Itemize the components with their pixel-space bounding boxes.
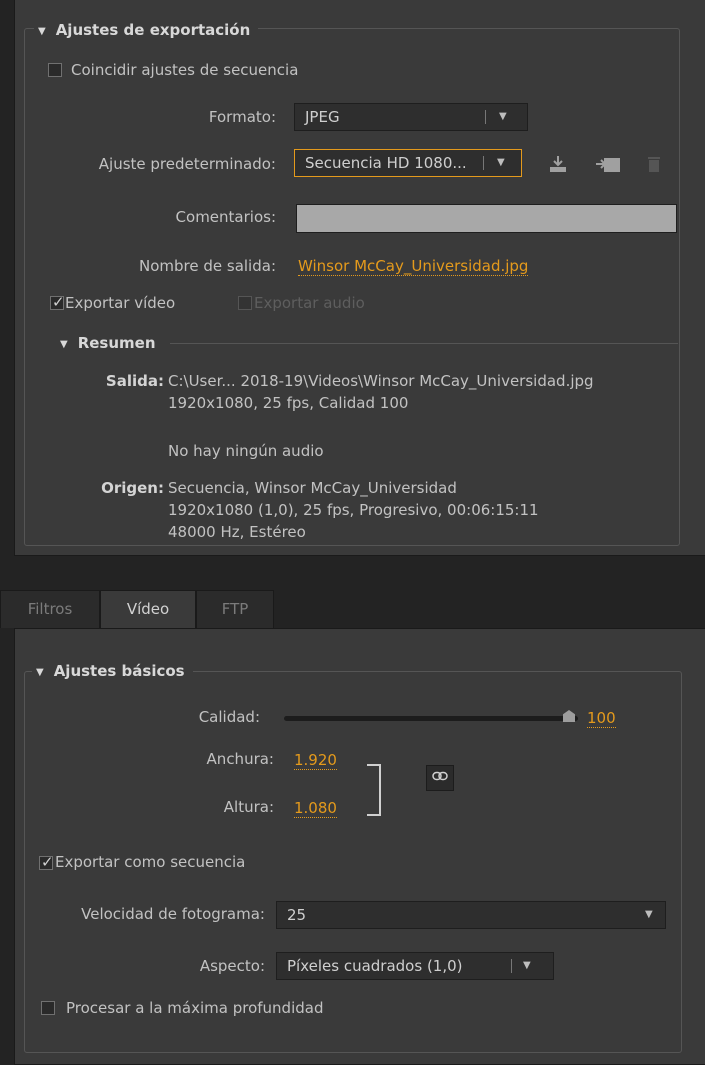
quality-slider-track[interactable]: [284, 716, 578, 721]
output-name-link[interactable]: Winsor McCay_Universidad.jpg: [298, 258, 529, 276]
format-label: Formato:: [208, 108, 276, 126]
comments-label: Comentarios:: [175, 208, 276, 226]
format-select[interactable]: JPEG ▼: [294, 103, 528, 131]
summary-output-label: Salida:: [105, 372, 164, 390]
chevron-down-icon: ▼: [645, 909, 653, 920]
import-preset-icon[interactable]: [595, 155, 621, 178]
summary-source-label: Origen:: [101, 479, 164, 497]
frame-rate-label: Velocidad de fotograma:: [81, 905, 265, 923]
summary-header[interactable]: ▼ Resumen: [56, 333, 164, 356]
checkmark-icon: ✓: [52, 293, 65, 311]
output-name-label: Nombre de salida:: [139, 257, 276, 275]
export-as-sequence-label: Exportar como secuencia: [55, 853, 246, 871]
chain-link-icon[interactable]: [426, 765, 454, 791]
format-select-value: JPEG: [305, 108, 340, 126]
comments-field[interactable]: [296, 204, 677, 233]
aspect-lock-bracket: [367, 764, 381, 816]
preset-select[interactable]: Secuencia HD 1080... ▼: [294, 149, 522, 177]
preset-label: Ajuste predeterminado:: [98, 155, 276, 173]
export-video-label: Exportar vídeo: [65, 294, 176, 312]
frame-rate-select-value: 25: [287, 906, 307, 924]
collapse-triangle-icon: ▼: [38, 26, 46, 37]
summary-divider: [170, 343, 678, 344]
save-preset-icon[interactable]: [548, 155, 568, 178]
basic-settings-header[interactable]: ▼ Ajustes básicos: [32, 661, 193, 684]
chevron-down-icon: ▼: [499, 111, 507, 122]
max-depth-label: Procesar a la máxima profundidad: [66, 999, 324, 1017]
max-depth-checkbox[interactable]: [41, 1001, 55, 1015]
summary-output-format: 1920x1080, 25 fps, Calidad 100: [168, 394, 409, 412]
summary-output-audio: No hay ningún audio: [168, 442, 324, 460]
chevron-down-icon: ▼: [497, 157, 505, 168]
export-audio-checkbox: [238, 296, 252, 310]
collapse-triangle-icon: ▼: [60, 339, 68, 350]
export-settings-title: Ajustes de exportación: [55, 21, 251, 39]
summary-title: Resumen: [77, 334, 156, 352]
aspect-select-value: Píxeles cuadrados (1,0): [287, 957, 463, 975]
export-video-checkbox[interactable]: ✓: [50, 293, 65, 311]
quality-value[interactable]: 100: [587, 710, 616, 728]
tab-filtros[interactable]: Filtros: [0, 590, 100, 628]
export-audio-label: Exportar audio: [254, 294, 365, 312]
height-value[interactable]: 1.080: [294, 800, 337, 818]
summary-source-video: 1920x1080 (1,0), 25 fps, Progresivo, 00:…: [168, 501, 539, 519]
summary-source-audio: 48000 Hz, Estéreo: [168, 523, 306, 541]
match-sequence-label: Coincidir ajustes de secuencia: [71, 61, 299, 79]
export-settings-header[interactable]: ▼ Ajustes de exportación: [34, 20, 259, 43]
preset-select-value: Secuencia HD 1080...: [305, 154, 467, 172]
aspect-label: Aspecto:: [199, 957, 265, 975]
tab-video[interactable]: Vídeo: [100, 590, 196, 628]
height-label: Altura:: [223, 798, 274, 816]
match-sequence-checkbox[interactable]: [48, 63, 62, 77]
frame-rate-select[interactable]: 25 ▼: [276, 901, 666, 929]
summary-source-name: Secuencia, Winsor McCay_Universidad: [168, 479, 457, 497]
quality-label: Calidad:: [198, 708, 260, 726]
trash-icon: [646, 155, 662, 178]
chevron-down-icon: ▼: [523, 960, 531, 971]
basic-settings-title: Ajustes básicos: [53, 662, 185, 680]
checkmark-icon: ✓: [41, 853, 54, 871]
collapse-triangle-icon: ▼: [36, 667, 44, 678]
width-value[interactable]: 1.920: [294, 752, 337, 770]
aspect-select[interactable]: Píxeles cuadrados (1,0) ▼: [276, 952, 554, 980]
tab-ftp[interactable]: FTP: [196, 590, 274, 628]
width-label: Anchura:: [206, 750, 274, 768]
summary-output-path: C:\User... 2018-19\Videos\Winsor McCay_U…: [168, 372, 594, 390]
export-as-sequence-checkbox[interactable]: ✓: [39, 853, 54, 871]
